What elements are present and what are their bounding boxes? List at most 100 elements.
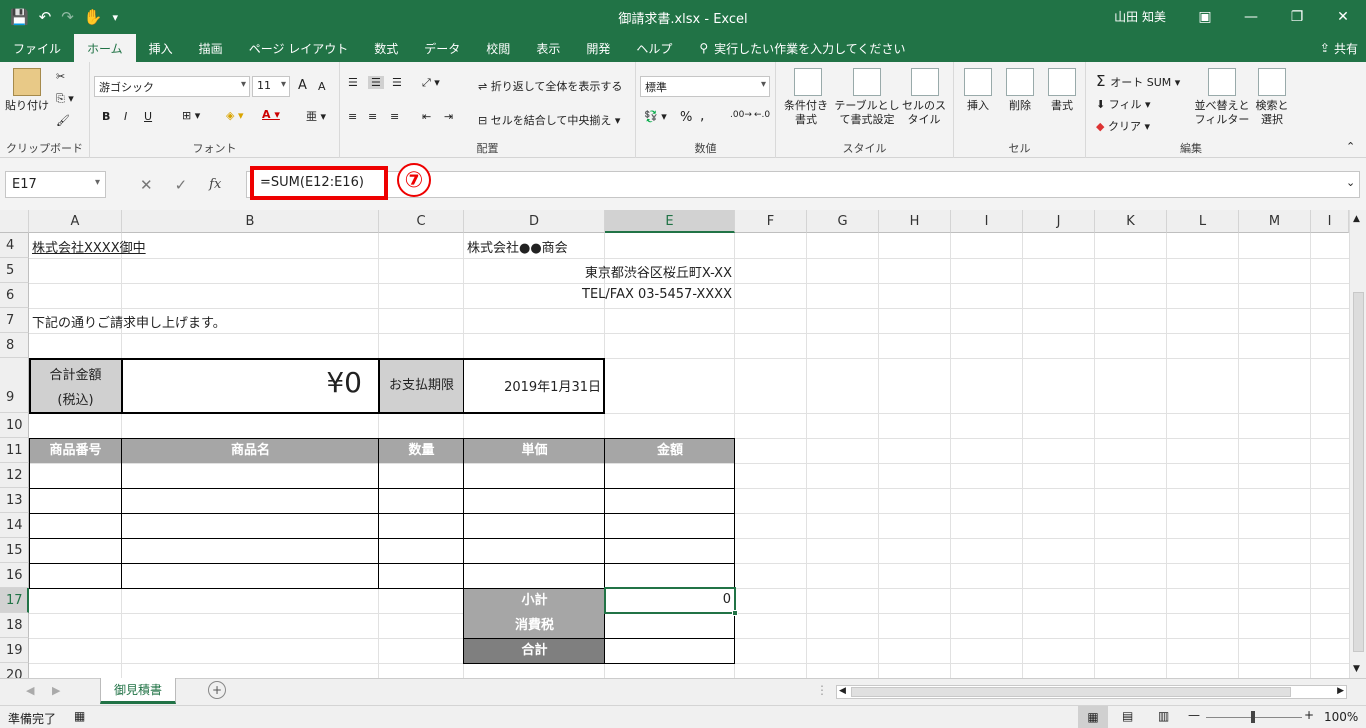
column-header-k[interactable]: K [1095, 210, 1167, 233]
fill-color-icon[interactable]: ◈ ▾ [226, 109, 243, 122]
row-header-10[interactable]: 10 [0, 413, 29, 438]
column-header-b[interactable]: B [122, 210, 379, 233]
column-header-m[interactable]: M [1239, 210, 1311, 233]
phonetic-icon[interactable]: 亜 ▾ [306, 108, 326, 124]
underline-button[interactable]: U [144, 110, 152, 123]
horizontal-scrollbar[interactable]: ◀ ▶ [836, 685, 1347, 699]
format-painter-icon[interactable]: 🖌 [56, 114, 70, 127]
macro-record-icon[interactable]: ▦ [74, 709, 85, 723]
tab-page-layout[interactable]: ページ レイアウト [236, 34, 362, 62]
zoom-level[interactable]: 100% [1324, 710, 1358, 724]
user-name[interactable]: 山田 知美 [1114, 8, 1166, 25]
column-header-j[interactable]: J [1023, 210, 1095, 233]
decrease-indent-icon[interactable]: ⇤ [422, 110, 431, 123]
grow-font-button[interactable]: A [298, 78, 307, 93]
currency-icon[interactable]: 💱 ▾ [644, 110, 667, 123]
cut-icon[interactable]: ✂ [56, 70, 65, 83]
bottom-align-icon[interactable]: ☰ [392, 76, 402, 89]
column-header-l[interactable]: L [1167, 210, 1239, 233]
scroll-up-icon[interactable]: ▲ [1353, 214, 1360, 224]
delete-cells-button[interactable]: 削除 [1002, 68, 1038, 113]
paste-button[interactable]: 貼り付け [4, 68, 50, 113]
vertical-scrollbar[interactable]: ▲ ▼ [1349, 210, 1366, 678]
scroll-right-icon[interactable]: ▶ [1337, 686, 1344, 696]
row-header-7[interactable]: 7 [0, 308, 29, 333]
tab-data[interactable]: データ [411, 34, 473, 62]
autosum-button[interactable]: Σ オート SUM ▾ [1096, 72, 1180, 90]
percent-button[interactable]: % [680, 110, 692, 125]
borders-icon[interactable]: ⊞ ▾ [182, 109, 200, 122]
next-sheet-icon[interactable]: ▶ [52, 684, 60, 697]
column-header-h[interactable]: H [879, 210, 951, 233]
row-header-18[interactable]: 18 [0, 613, 29, 638]
tab-split-handle-icon[interactable]: ⋮ [816, 683, 828, 697]
fill-handle[interactable] [732, 610, 738, 616]
row-header-5[interactable]: 5 [0, 258, 29, 283]
cell-d6[interactable]: TEL/FAX 03-5457-XXXX [464, 287, 732, 302]
zoom-in-icon[interactable]: + [1304, 708, 1314, 722]
sort-filter-button[interactable]: 並べ替えとフィルター [1194, 68, 1250, 127]
cancel-icon[interactable]: ✕ [140, 176, 153, 194]
format-as-table-button[interactable]: テーブルとして書式設定 [834, 68, 900, 127]
bold-button[interactable]: B [102, 110, 110, 123]
row-header-9[interactable]: 9 [0, 358, 29, 413]
format-cells-button[interactable]: 書式 [1044, 68, 1080, 113]
number-format-combo[interactable]: 標準 [640, 76, 770, 97]
cell-d4[interactable]: 株式会社●●商会 [467, 237, 568, 256]
worksheet-grid[interactable]: A B C D E F G H I J K L M I 4 5 6 7 8 9 … [0, 210, 1366, 678]
insert-cells-button[interactable]: 挿入 [960, 68, 996, 113]
row-header-19[interactable]: 19 [0, 638, 29, 663]
tab-file[interactable]: ファイル [0, 34, 74, 62]
column-header-c[interactable]: C [379, 210, 464, 233]
wrap-text-button[interactable]: ⇌ 折り返して全体を表示する [478, 78, 622, 94]
fill-button[interactable]: ⬇ フィル ▾ [1096, 96, 1151, 112]
insert-function-button[interactable]: fx [209, 177, 221, 192]
row-header-16[interactable]: 16 [0, 563, 29, 588]
increase-indent-icon[interactable]: ⇥ [444, 110, 453, 123]
increase-decimal-icon[interactable]: .00→ [730, 110, 752, 120]
tab-review[interactable]: 校閲 [473, 34, 523, 62]
restore-icon[interactable]: ❐ [1274, 0, 1320, 34]
vertical-scroll-thumb[interactable] [1353, 292, 1364, 652]
zoom-out-icon[interactable]: — [1188, 708, 1200, 722]
page-break-view-icon[interactable]: ▥ [1158, 709, 1169, 723]
tab-draw[interactable]: 描画 [186, 34, 236, 62]
font-size-combo[interactable]: 11 [252, 76, 290, 97]
row-header-17[interactable]: 17 [0, 588, 29, 613]
column-header-i[interactable]: I [951, 210, 1023, 233]
font-color-icon[interactable]: A ▾ [262, 108, 280, 121]
sheet-tab-quotation[interactable]: 御見積書 [100, 678, 176, 704]
align-center-icon[interactable]: ≡ [368, 110, 377, 123]
merge-center-button[interactable]: ⊟ セルを結合して中央揃え ▾ [478, 112, 620, 128]
middle-align-icon[interactable]: ☰ [368, 76, 384, 89]
tell-me-box[interactable]: ⚲ 実行したい作業を入力してください [685, 34, 905, 62]
tab-help[interactable]: ヘルプ [623, 34, 685, 62]
scroll-down-icon[interactable]: ▼ [1353, 664, 1360, 674]
row-header-11[interactable]: 11 [0, 438, 29, 463]
align-left-icon[interactable]: ≡ [348, 110, 357, 123]
column-header-g[interactable]: G [807, 210, 879, 233]
prev-sheet-icon[interactable]: ◀ [26, 684, 34, 697]
select-all-corner[interactable] [0, 210, 29, 233]
orientation-icon[interactable]: ⤢ ▾ [422, 76, 440, 90]
page-layout-view-icon[interactable]: ▤ [1122, 709, 1133, 723]
cell-styles-button[interactable]: セルのスタイル [900, 68, 950, 127]
scroll-left-icon[interactable]: ◀ [839, 686, 846, 696]
comma-button[interactable]: , [700, 108, 704, 124]
row-header-6[interactable]: 6 [0, 283, 29, 308]
row-header-8[interactable]: 8 [0, 333, 29, 358]
cell-a4[interactable]: 株式会社XXXX御中 [32, 237, 146, 256]
row-header-4[interactable]: 4 [0, 233, 29, 258]
formula-highlight[interactable]: =SUM(E12:E16) [250, 166, 388, 200]
tab-developer[interactable]: 開発 [573, 34, 623, 62]
column-header-n-partial[interactable]: I [1311, 210, 1349, 233]
name-box[interactable]: E17 [5, 171, 106, 198]
tab-view[interactable]: 表示 [523, 34, 573, 62]
zoom-slider-thumb[interactable] [1251, 711, 1255, 723]
clear-button[interactable]: ◆ クリア ▾ [1096, 118, 1150, 134]
copy-icon[interactable]: ⎘ ▾ [56, 92, 74, 106]
top-align-icon[interactable]: ☰ [348, 76, 358, 89]
font-name-combo[interactable]: 游ゴシック [94, 76, 250, 97]
shrink-font-button[interactable]: A [318, 80, 326, 93]
conditional-formatting-button[interactable]: 条件付き書式 [780, 68, 836, 127]
